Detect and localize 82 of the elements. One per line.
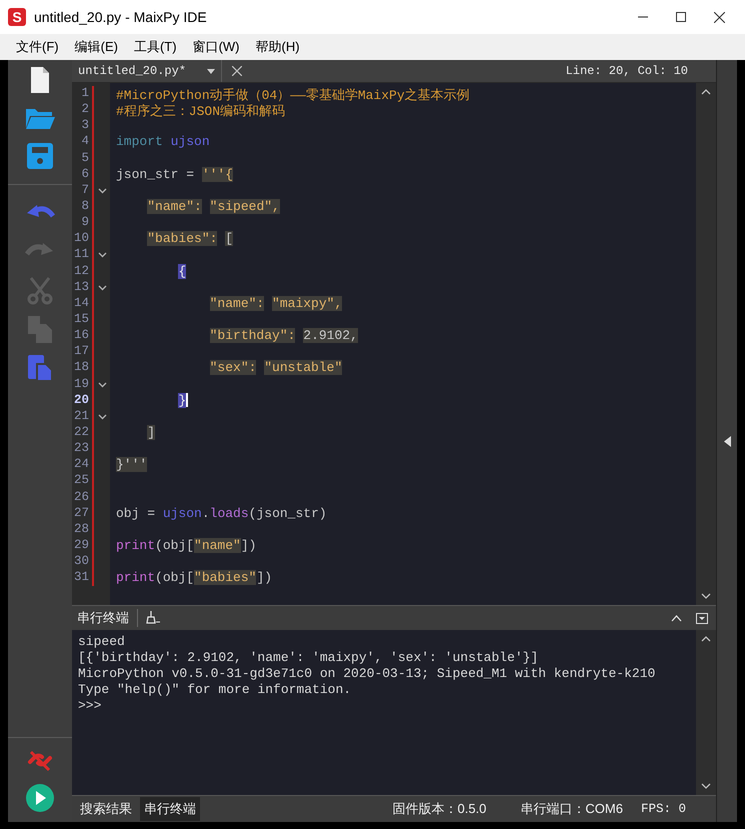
line-number: 19 xyxy=(72,376,94,393)
line-number: 25 xyxy=(72,473,94,490)
serial-port: 串行端口：COM6 xyxy=(520,800,623,818)
close-icon[interactable] xyxy=(714,12,725,22)
line-number: 16 xyxy=(72,328,94,344)
fold-caret-icon[interactable] xyxy=(98,284,106,291)
line-number: 5 xyxy=(72,150,94,167)
menu-item[interactable]: 工具(T) xyxy=(126,35,184,59)
code-line: "babies": [ xyxy=(146,231,234,248)
line-number: 24 xyxy=(72,457,94,474)
terminal-line: MicroPython v0.5.0-31-gd3e71c0 on 2020-03-13; Sipeed_M1 with kendryte-k210 xyxy=(78,666,656,682)
line-number: 11 xyxy=(72,247,94,264)
panel-title: 串行终端 xyxy=(77,609,138,627)
cursor-position: Line: 20, Col: 10 xyxy=(566,64,688,78)
line-number: 15 xyxy=(72,312,94,328)
line-number: 31 xyxy=(72,570,94,586)
panel-tab[interactable]: 串行终端 xyxy=(140,797,200,821)
dropdown-caret-icon[interactable] xyxy=(207,68,215,74)
broom-icon[interactable] xyxy=(146,611,160,625)
menu-item[interactable]: 窗口(W) xyxy=(186,35,246,59)
vertical-scrollbar[interactable] xyxy=(696,83,716,605)
panel-tab[interactable]: 搜索结果 xyxy=(76,797,136,821)
line-number: 18 xyxy=(72,360,94,377)
code-line: print(obj["babies"]) xyxy=(115,570,272,586)
fold-caret-icon[interactable] xyxy=(98,382,106,388)
code-line: obj = ujson.loads(json_str) xyxy=(115,506,327,522)
line-number: 2 xyxy=(72,102,94,118)
fps-counter: FPS: 0 xyxy=(640,802,686,816)
scroll-down-caret-icon[interactable] xyxy=(701,593,711,599)
line-number: 7 xyxy=(72,182,94,199)
line-number: 9 xyxy=(72,215,94,232)
line-number: 12 xyxy=(72,264,94,280)
line-number: 13 xyxy=(72,280,94,296)
collapse-arrow-icon[interactable] xyxy=(724,436,730,446)
code-line: "name": "sipeed", xyxy=(146,198,280,216)
vertical-scrollbar[interactable] xyxy=(696,630,716,795)
fold-caret-icon[interactable] xyxy=(98,414,106,420)
line-number: 21 xyxy=(72,408,94,425)
code-line: import ujson xyxy=(115,134,210,151)
code-line: #程序之三：JSON编码和解码 xyxy=(115,103,286,118)
firmware-version: 固件版本：0.5.0 xyxy=(392,800,486,818)
terminal-line: Type "help()" for more information. xyxy=(78,682,352,698)
play-icon[interactable] xyxy=(24,782,56,814)
line-number: 23 xyxy=(72,441,94,458)
code-line: #MicroPython动手做（04）——零基础学MaixPy之基本示例 xyxy=(115,87,470,102)
app-logo: S xyxy=(8,8,26,26)
terminal-line: [{'birthday': 2.9102, 'name': 'maixpy', 'sex': 'unstable'}] xyxy=(78,650,540,666)
scroll-up-caret-icon[interactable] xyxy=(701,636,711,642)
maximize-icon[interactable] xyxy=(676,12,686,22)
window-title: untitled_20.py - MaixPy IDE xyxy=(34,9,208,25)
scroll-up-caret-icon[interactable] xyxy=(701,89,711,95)
line-number: 1 xyxy=(72,86,94,102)
menu-item[interactable]: 文件(F) xyxy=(9,35,66,59)
panel-menu-icon[interactable] xyxy=(696,612,708,624)
code-line: json_str = '''{ xyxy=(115,166,234,183)
code-line: print(obj["name"]) xyxy=(115,538,256,554)
line-number: 10 xyxy=(72,231,94,248)
menu-item[interactable]: 帮助(H) xyxy=(248,35,307,59)
line-number: 8 xyxy=(72,198,94,216)
up-caret-icon[interactable] xyxy=(671,614,682,622)
line-number: 26 xyxy=(72,490,94,506)
line-number: 30 xyxy=(72,554,94,570)
line-number: 3 xyxy=(72,118,94,134)
line-number: 4 xyxy=(72,134,94,151)
line-number: 6 xyxy=(72,166,94,183)
code-line: "sex": "unstable" xyxy=(208,360,342,377)
scroll-down-caret-icon[interactable] xyxy=(701,783,711,789)
fold-caret-icon[interactable] xyxy=(98,188,106,194)
code-line: "name": "maixpy", xyxy=(208,296,342,312)
line-number: 27 xyxy=(72,506,94,522)
fold-caret-icon[interactable] xyxy=(98,252,106,258)
line-number: 17 xyxy=(72,344,94,360)
line-number: 28 xyxy=(72,522,94,538)
terminal-line: sipeed xyxy=(78,634,126,650)
line-number: 20 xyxy=(72,392,94,409)
line-number: 22 xyxy=(72,424,94,442)
menu-item[interactable]: 编辑(E) xyxy=(68,35,125,59)
line-number: 29 xyxy=(72,538,94,554)
close-icon[interactable] xyxy=(232,66,242,76)
line-number: 14 xyxy=(72,296,94,312)
code-line: "birthday": 2.9102, xyxy=(208,328,358,344)
terminal-line: >>> xyxy=(78,698,102,714)
